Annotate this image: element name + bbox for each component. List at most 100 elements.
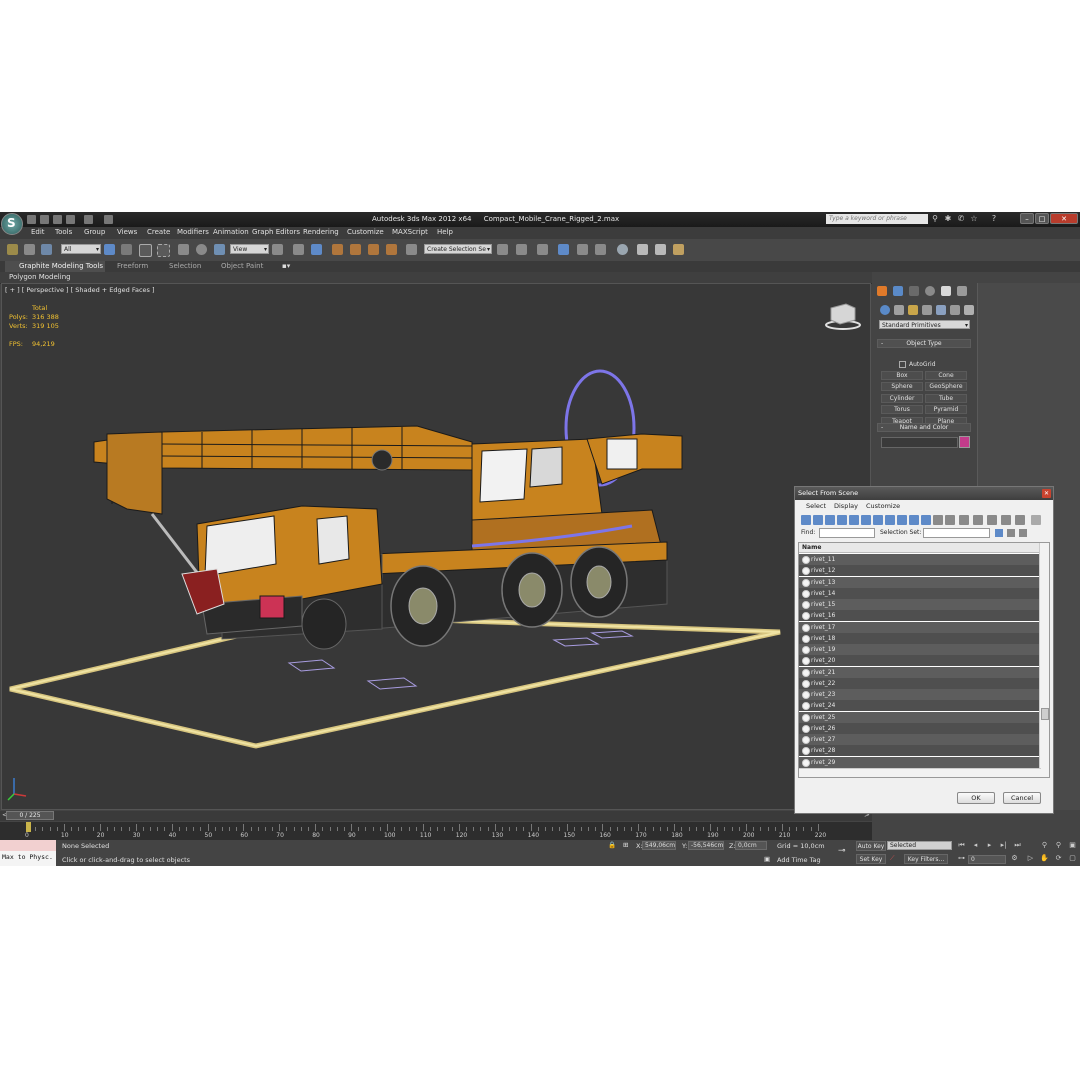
display-invert-icon[interactable] [973,515,983,525]
list-item[interactable]: rivet_17 [799,621,1041,633]
list-item[interactable]: rivet_23 [799,689,1041,700]
scene-object-list[interactable]: Name rivet_11 rivet_12 rivet_13 rivet_14 riv… [798,542,1050,778]
list-item[interactable]: rivet_28 [799,745,1041,757]
perspective-viewport[interactable]: [ + ] [ Perspective ] [ Shaded + Edged F… [1,283,871,810]
current-frame-marker[interactable] [26,822,31,832]
display-groups-icon[interactable] [873,515,883,525]
key-icon[interactable]: ⊸ [838,846,846,856]
zoom-icon[interactable]: ⚲ [1040,841,1049,850]
unlink-icon[interactable] [24,244,35,255]
list-item[interactable]: rivet_12 [799,565,1041,577]
orbit-icon[interactable]: ⟳ [1054,854,1063,863]
menu-animation[interactable]: Animation [213,228,249,236]
x-coordinate-field[interactable]: 549,06cm [642,841,676,850]
crane-boom[interactable] [93,425,473,515]
menu-group[interactable]: Group [84,228,105,236]
maximize-button[interactable]: □ [1035,213,1049,224]
menu-tools[interactable]: Tools [55,228,72,236]
undo-icon[interactable] [66,215,75,224]
list-vertical-scrollbar[interactable] [1039,543,1049,777]
dialog-menu-select[interactable]: Select [806,502,826,510]
ribbon-options-icon[interactable]: ▪▾ [282,262,290,270]
y-coordinate-field[interactable]: -56,546cm [688,841,724,850]
modify-tab-icon[interactable] [893,286,903,296]
display-cameras-icon[interactable] [837,515,847,525]
set-key-button[interactable]: Set Key [856,854,886,864]
reference-coordinate-dropdown[interactable]: View [230,244,269,255]
layer-manager-icon[interactable] [537,244,548,255]
tab-selection[interactable]: Selection [169,262,201,270]
display-space-warps-icon[interactable] [861,515,871,525]
time-slider[interactable]: < 0 / 225 > [0,811,872,821]
wheel-front[interactable] [390,565,456,647]
display-xrefs-icon[interactable] [885,515,895,525]
next-frame-icon[interactable]: ▸| [999,841,1008,850]
pyramid-button[interactable]: Pyramid [925,405,967,414]
wheel-front-left[interactable] [301,598,347,650]
select-and-link-icon[interactable] [7,244,18,255]
set-key-icon[interactable]: ⟋ [890,854,895,863]
snaps-toggle-icon[interactable] [332,244,343,255]
list-item[interactable]: rivet_22 [799,677,1041,689]
select-by-name-icon[interactable] [121,244,132,255]
new-file-icon[interactable] [27,215,36,224]
viewcube-icon[interactable] [825,303,861,330]
list-item[interactable]: rivet_19 [799,644,1041,655]
list-item[interactable]: rivet_24 [799,700,1041,712]
zoom-all-icon[interactable]: ⚲ [1054,841,1063,850]
maxscript-input[interactable]: Max to Physc. [2,853,53,861]
display-geometry-icon[interactable] [801,515,811,525]
display-helpers-icon[interactable] [849,515,859,525]
tab-graphite-modeling-tools[interactable]: Graphite Modeling Tools [19,262,103,270]
shapes-icon[interactable] [894,305,904,315]
space-warps-icon[interactable] [950,305,960,315]
select-none-icon[interactable] [1001,515,1011,525]
redo-icon[interactable] [84,215,93,224]
list-horizontal-scrollbar[interactable] [799,768,1041,777]
wheel-rear[interactable] [570,546,628,618]
name-column-header[interactable]: Name [799,543,1041,553]
list-item[interactable]: rivet_21 [799,666,1041,678]
go-to-start-icon[interactable]: ⏮ [957,841,966,850]
close-button[interactable]: ✕ [1050,213,1078,224]
absolute-mode-icon[interactable]: ⊞ [623,841,628,849]
lock-selection-icon[interactable]: 🔒 [608,841,616,849]
display-all-icon[interactable] [945,515,955,525]
display-hidden-icon[interactable] [933,515,943,525]
ok-button[interactable]: OK [957,792,995,804]
rendered-frame-window-icon[interactable] [655,244,666,255]
menu-graph-editors[interactable]: Graph Editors [252,228,300,236]
render-setup-icon[interactable] [637,244,648,255]
current-frame-field[interactable]: 0 [968,855,1006,864]
find-input[interactable] [819,528,875,538]
cancel-button[interactable]: Cancel [1003,792,1041,804]
key-filters-button[interactable]: Key Filters... [904,854,948,864]
list-item[interactable]: rivet_15 [799,599,1041,610]
display-none-icon[interactable] [959,515,969,525]
graphite-toggle-icon[interactable] [558,244,569,255]
list-item[interactable]: rivet_18 [799,632,1041,644]
tube-button[interactable]: Tube [925,394,967,403]
display-frozen-icon[interactable] [921,515,931,525]
display-shapes-icon[interactable] [813,515,823,525]
maximize-viewport-icon[interactable]: ▢ [1068,854,1077,863]
menu-views[interactable]: Views [117,228,137,236]
dialog-close-button[interactable]: ✕ [1042,489,1051,498]
ground-plane-frame[interactable] [9,613,781,749]
key-mode-toggle-icon[interactable]: ⊶ [957,854,966,863]
search-icon[interactable]: ⚲ [931,215,939,223]
menu-customize[interactable]: Customize [347,228,384,236]
cone-button[interactable]: Cone [925,371,967,380]
select-invert-icon[interactable] [1015,515,1025,525]
object-type-rollout[interactable]: - Object Type [877,339,971,348]
list-item[interactable]: rivet_14 [799,587,1041,599]
geometry-icon[interactable] [880,305,890,315]
list-item[interactable]: rivet_27 [799,734,1041,745]
maxscript-listener[interactable]: Max to Physc. [0,840,56,866]
subscription-icon[interactable]: ✱ [944,215,952,223]
select-and-move-icon[interactable] [178,244,189,255]
helpers-icon[interactable] [936,305,946,315]
lights-icon[interactable] [908,305,918,315]
wheel-middle[interactable] [501,552,563,628]
torus-button[interactable]: Torus [881,405,923,414]
